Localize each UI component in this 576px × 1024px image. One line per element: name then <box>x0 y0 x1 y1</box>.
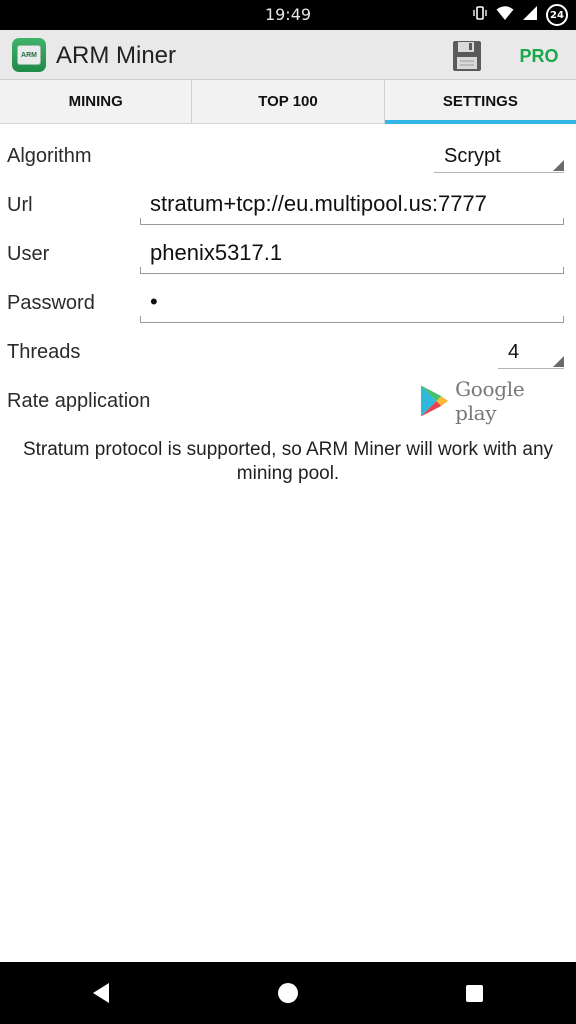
recents-icon[interactable] <box>466 985 483 1002</box>
save-icon <box>453 41 481 71</box>
algorithm-row: Algorithm Scrypt <box>0 133 576 182</box>
tab-settings[interactable]: SETTINGS <box>384 80 576 124</box>
wifi-icon <box>496 5 514 26</box>
info-text: Stratum protocol is supported, so ARM Mi… <box>22 439 554 484</box>
algorithm-label: Algorithm <box>7 145 92 167</box>
password-label: Password <box>7 292 95 314</box>
app-icon-label: ARM <box>17 45 41 65</box>
spinner-arrow-icon <box>553 356 564 367</box>
threads-value: 4 <box>508 341 520 363</box>
status-icons: 24 <box>472 4 568 26</box>
tab-bar: MINING TOP 100 SETTINGS <box>0 80 576 124</box>
url-row: Url stratum+tcp://eu.multipool.us:7777 <box>0 182 576 231</box>
tab-top-100[interactable]: TOP 100 <box>192 80 385 123</box>
screen: 19:49 24 ARM ARM Miner PRO MINING TOP 10… <box>0 0 576 1024</box>
status-bar: 19:49 24 <box>0 0 576 30</box>
user-label: User <box>7 243 50 265</box>
google-play-button[interactable]: Google play <box>420 377 568 425</box>
save-button[interactable] <box>450 39 484 73</box>
user-field[interactable]: phenix5317.1 <box>140 238 564 274</box>
threads-spinner[interactable]: 4 <box>498 335 564 369</box>
user-value: phenix5317.1 <box>150 240 283 265</box>
signal-icon <box>522 5 538 26</box>
navigation-bar <box>0 962 576 1024</box>
google-play-text: Google play <box>455 377 525 425</box>
app-icon: ARM <box>12 38 46 72</box>
url-label: Url <box>7 194 33 216</box>
user-row: User phenix5317.1 <box>0 231 576 280</box>
password-value: • <box>150 289 158 314</box>
battery-icon: 24 <box>546 4 568 26</box>
algorithm-spinner[interactable]: Scrypt <box>434 139 564 173</box>
google-play-icon <box>420 385 449 417</box>
tab-mining[interactable]: MINING <box>0 80 193 123</box>
pro-button[interactable]: PRO <box>516 43 562 69</box>
url-value: stratum+tcp://eu.multipool.us:7777 <box>150 191 487 216</box>
action-bar: ARM ARM Miner PRO <box>0 30 576 80</box>
password-field[interactable]: • <box>140 287 564 323</box>
back-icon[interactable] <box>93 983 109 1003</box>
rate-label: Rate application <box>7 390 151 412</box>
vibrate-icon <box>472 5 488 26</box>
threads-row: Threads 4 <box>0 329 576 378</box>
url-field[interactable]: stratum+tcp://eu.multipool.us:7777 <box>140 189 564 225</box>
spinner-arrow-icon <box>553 160 564 171</box>
password-row: Password • <box>0 280 576 329</box>
home-icon[interactable] <box>278 983 298 1003</box>
app-title: ARM Miner <box>56 42 177 69</box>
threads-label: Threads <box>7 341 81 363</box>
algorithm-value: Scrypt <box>444 145 501 167</box>
